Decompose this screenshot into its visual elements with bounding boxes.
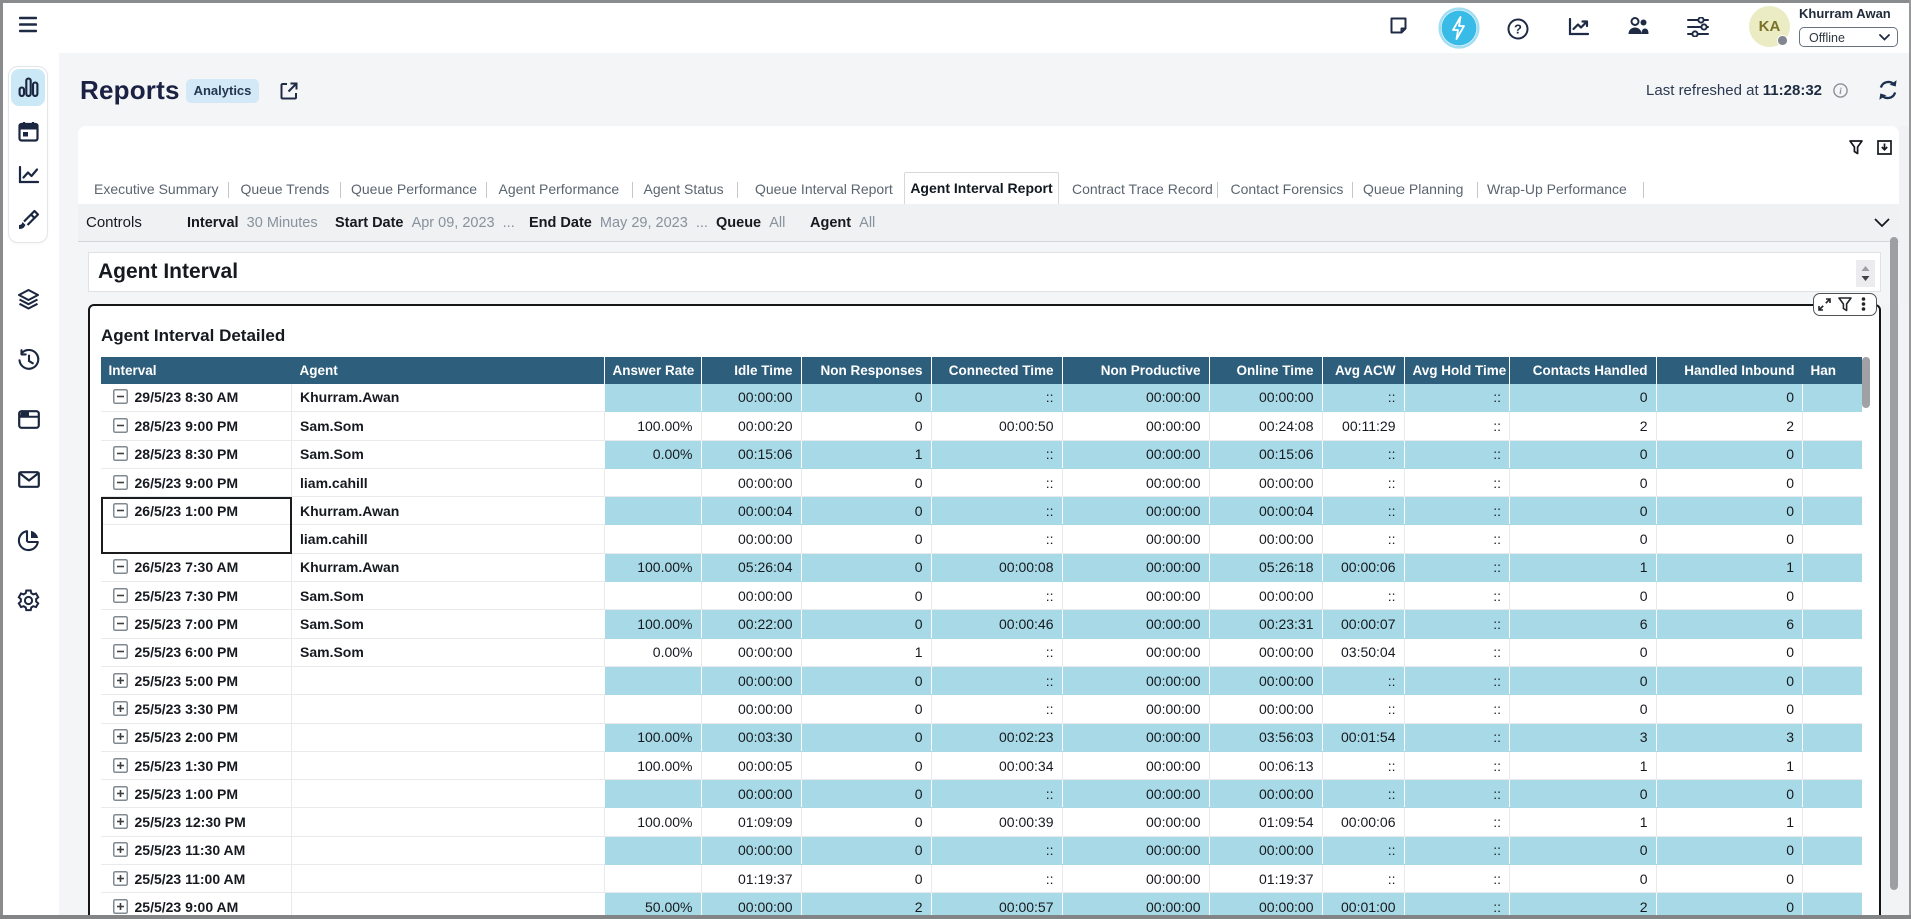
svg-text:i: i (1839, 86, 1842, 96)
svg-text:?: ? (1514, 22, 1522, 37)
